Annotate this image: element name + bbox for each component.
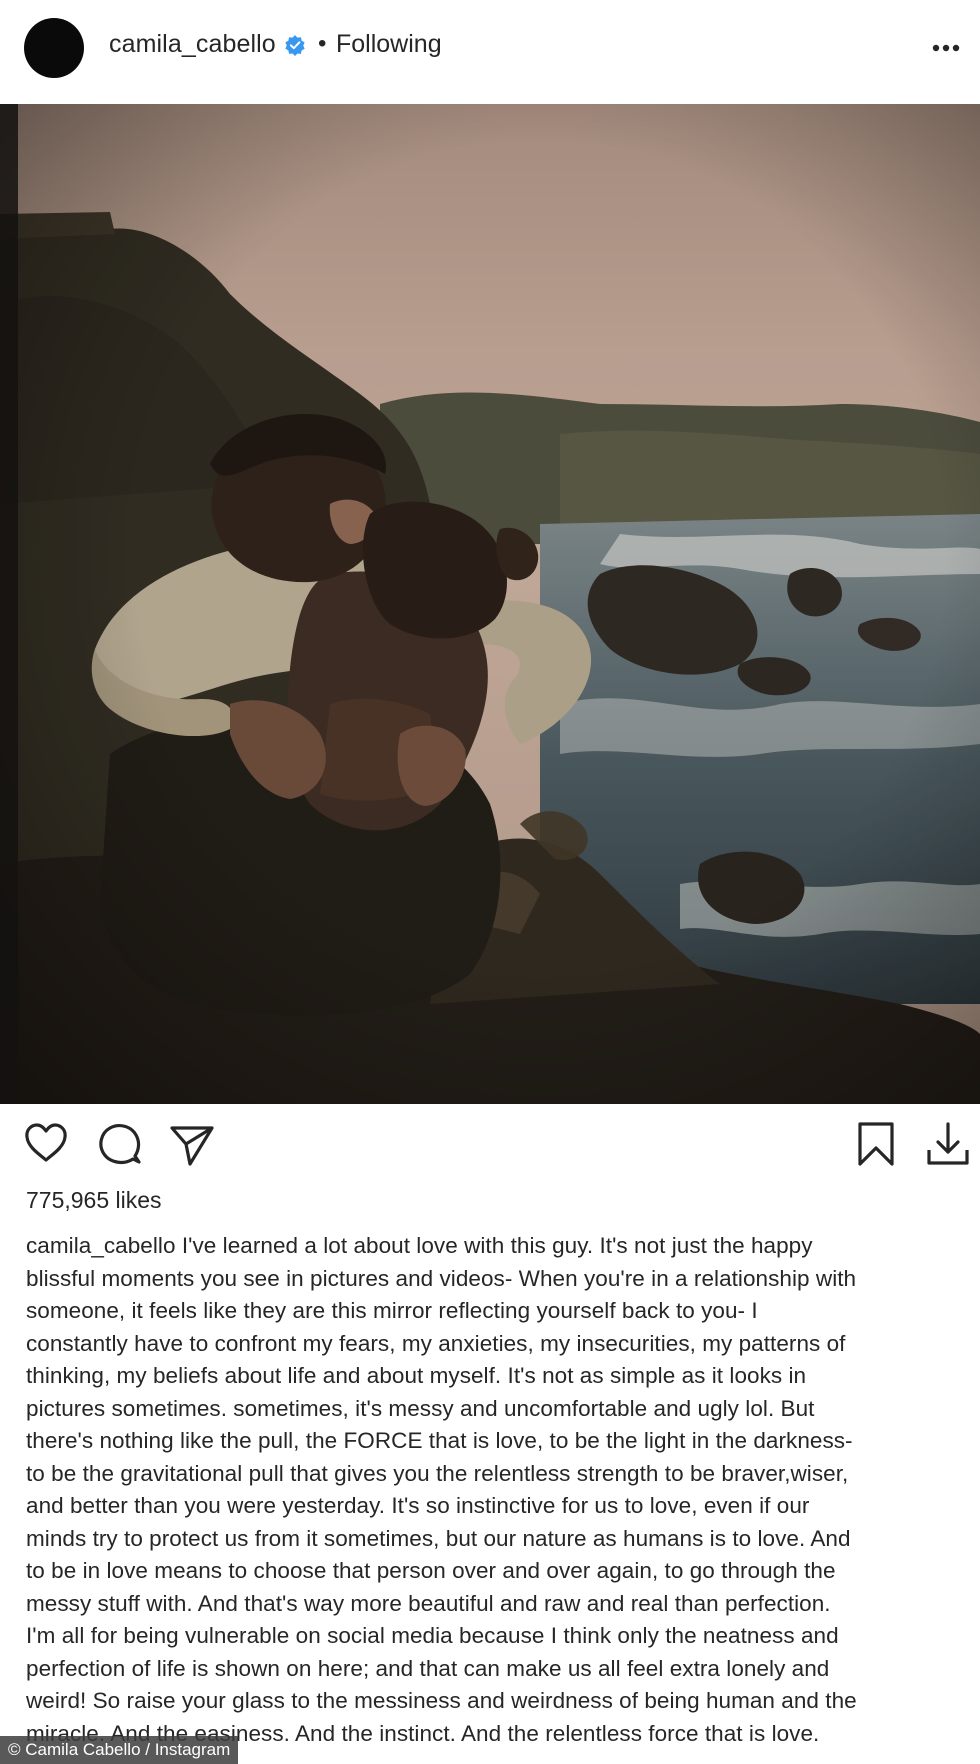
caption-line: to be the gravitational pull that gives … <box>26 1460 849 1486</box>
instagram-post: camila_cabello • Following 775,965 likes… <box>0 0 980 1764</box>
caption-line: thinking, my beliefs about life and abou… <box>26 1363 807 1388</box>
image-credit: © Camila Cabello / Instagram <box>0 1736 239 1764</box>
download-icon[interactable] <box>924 1120 972 1168</box>
bookmark-icon[interactable] <box>852 1120 900 1168</box>
heart-icon[interactable] <box>22 1120 70 1168</box>
send-icon[interactable] <box>168 1120 216 1168</box>
caption-line-text: I've learned a lot about love with this … <box>175 1233 813 1258</box>
caption-line: messy stuff with. And that's way more be… <box>26 1590 831 1616</box>
caption-line: weird! So raise your glass to the messin… <box>26 1688 857 1713</box>
caption-line: constantly have to confront my fears, my… <box>26 1330 846 1356</box>
post-caption: camila_cabello I've learned a lot about … <box>26 1230 966 1750</box>
caption-line: minds try to protect us from it sometime… <box>26 1525 851 1551</box>
caption-line: there's nothing like the pull, the FORCE… <box>26 1428 853 1453</box>
more-horizontal-icon[interactable] <box>928 32 964 64</box>
avatar[interactable] <box>24 18 84 78</box>
comment-icon[interactable] <box>95 1120 143 1168</box>
caption-line: to be in love means to choose that perso… <box>26 1558 836 1583</box>
verified-badge-icon <box>285 35 305 56</box>
caption-username[interactable]: camila_cabello <box>26 1233 176 1258</box>
caption-line: blissful moments you see in pictures and… <box>26 1265 857 1291</box>
likes-count[interactable]: 775,965 likes <box>26 1187 162 1214</box>
post-username[interactable]: camila_cabello <box>109 30 276 59</box>
caption-line: and better than you were yesterday. It's… <box>26 1493 810 1518</box>
post-photo[interactable] <box>0 104 980 1104</box>
caption-line: pictures sometimes. sometimes, it's mess… <box>26 1395 815 1421</box>
header-separator: • <box>318 30 327 57</box>
caption-line: perfection of life is shown on here; and… <box>26 1655 830 1681</box>
following-button[interactable]: Following <box>336 30 442 59</box>
caption-line: camila_cabello I've learned a lot about … <box>26 1230 966 1263</box>
couple-on-cliff-photo <box>0 104 980 1104</box>
caption-line: I'm all for being vulnerable on social m… <box>26 1623 839 1648</box>
caption-line: someone, it feels like they are this mir… <box>26 1298 758 1323</box>
